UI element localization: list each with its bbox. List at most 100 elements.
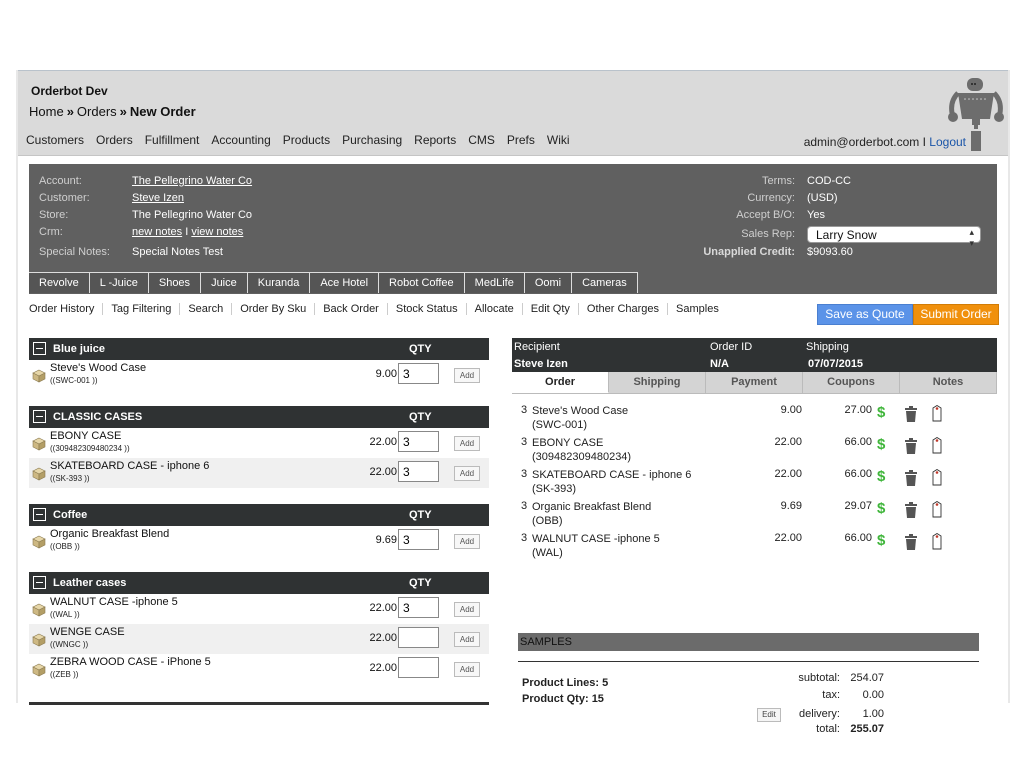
category-tab[interactable]: Shoes: [148, 272, 202, 293]
line-total: 29.07: [844, 500, 872, 512]
nav-products[interactable]: Products: [283, 133, 330, 147]
nav-cms[interactable]: CMS: [468, 133, 495, 147]
dollar-icon[interactable]: $: [877, 436, 885, 453]
order-line: 3 Steve's Wood Case (SWC-001) 9.00 27.00 $: [512, 404, 997, 436]
toolbar-back-order[interactable]: Back Order: [314, 303, 387, 315]
toolbar-edit-qty[interactable]: Edit Qty: [521, 303, 578, 315]
nav-reports[interactable]: Reports: [414, 133, 456, 147]
user-separator: I: [919, 135, 930, 149]
line-sku: (OBB): [532, 515, 563, 527]
nav-wiki[interactable]: Wiki: [547, 133, 570, 147]
breadcrumb-home[interactable]: Home: [29, 104, 64, 119]
save-as-quote-button[interactable]: Save as Quote: [817, 304, 913, 325]
add-button[interactable]: Add: [454, 632, 480, 647]
toolbar-order-history[interactable]: Order History: [29, 303, 102, 315]
add-button[interactable]: Add: [454, 436, 480, 451]
line-name: WALNUT CASE -iphone 5: [532, 533, 660, 545]
product-group-header: Leather cases QTY: [29, 572, 489, 594]
nav-orders[interactable]: Orders: [96, 133, 133, 147]
product-group-header: Coffee QTY: [29, 504, 489, 526]
category-tab[interactable]: Juice: [201, 272, 248, 293]
order-id-label: Order ID: [710, 341, 753, 353]
tab-shipping[interactable]: Shipping: [609, 372, 706, 393]
category-tab[interactable]: Kuranda: [247, 272, 311, 293]
breadcrumb-orders[interactable]: Orders: [77, 104, 117, 119]
nav-fulfillment[interactable]: Fulfillment: [145, 133, 200, 147]
qty-header: QTY: [409, 343, 432, 355]
category-tab[interactable]: Oomi: [524, 272, 573, 293]
qty-input[interactable]: [398, 363, 439, 384]
customer-link[interactable]: Steve Izen: [132, 192, 184, 204]
category-tab[interactable]: L -Juice: [89, 272, 149, 293]
tab-coupons[interactable]: Coupons: [803, 372, 900, 393]
dollar-icon[interactable]: $: [877, 404, 885, 421]
toolbar-allocate[interactable]: Allocate: [465, 303, 522, 315]
collapse-icon[interactable]: [33, 342, 46, 355]
qty-input[interactable]: [398, 529, 439, 550]
collapse-icon[interactable]: [33, 410, 46, 423]
category-tab[interactable]: Ace Hotel: [310, 272, 380, 293]
nav-prefs[interactable]: Prefs: [507, 133, 535, 147]
qty-input[interactable]: [398, 461, 439, 482]
recipient-label: Recipient: [514, 341, 560, 353]
category-tab[interactable]: MedLife: [464, 272, 525, 293]
category-tab[interactable]: Robot Coffee: [379, 272, 465, 293]
toolbar-samples[interactable]: Samples: [667, 303, 727, 315]
category-tab[interactable]: Cameras: [572, 272, 638, 293]
tab-order[interactable]: Order: [512, 372, 609, 393]
trash-icon[interactable]: [904, 470, 918, 486]
tag-icon[interactable]: [930, 469, 944, 486]
add-button[interactable]: Add: [454, 662, 480, 677]
breadcrumb: Home» Orders» New Order: [29, 104, 196, 119]
dollar-icon[interactable]: $: [877, 500, 885, 517]
trash-icon[interactable]: [904, 438, 918, 454]
tab-notes[interactable]: Notes: [900, 372, 997, 393]
edit-delivery-button[interactable]: Edit: [757, 708, 781, 722]
nav-accounting[interactable]: Accounting: [211, 133, 270, 147]
category-tab[interactable]: Revolve: [29, 272, 90, 293]
add-button[interactable]: Add: [454, 602, 480, 617]
dollar-icon[interactable]: $: [877, 532, 885, 549]
shipping-label: Shipping: [806, 341, 849, 353]
account-link[interactable]: The Pellegrino Water Co: [132, 175, 252, 187]
trash-icon[interactable]: [904, 502, 918, 518]
dollar-icon[interactable]: $: [877, 468, 885, 485]
add-button[interactable]: Add: [454, 368, 480, 383]
line-sku: (SK-393): [532, 483, 577, 495]
collapse-icon[interactable]: [33, 576, 46, 589]
qty-input[interactable]: [398, 627, 439, 648]
qty-input[interactable]: [398, 657, 439, 678]
add-button[interactable]: Add: [454, 466, 480, 481]
line-name: SKATEBOARD CASE - iphone 6: [532, 469, 692, 481]
submit-order-button[interactable]: Submit Order: [913, 304, 999, 325]
product-box-icon: [32, 633, 46, 647]
qty-input[interactable]: [398, 431, 439, 452]
tag-icon[interactable]: [930, 405, 944, 422]
line-sku: (309482309480234): [532, 451, 632, 463]
crm-view-notes-link[interactable]: view notes: [191, 226, 243, 238]
toolbar-tag-filtering[interactable]: Tag Filtering: [102, 303, 179, 315]
breadcrumb-separator: »: [66, 104, 74, 119]
line-unit-price: 22.00: [774, 436, 802, 448]
samples-bar: SAMPLES: [518, 633, 979, 651]
add-button[interactable]: Add: [454, 534, 480, 549]
collapse-icon[interactable]: [33, 508, 46, 521]
toolbar-order-by-sku[interactable]: Order By Sku: [231, 303, 314, 315]
toolbar-stock-status[interactable]: Stock Status: [386, 303, 466, 315]
sales-rep-select[interactable]: Larry Snow ▴ ▾: [807, 226, 981, 248]
nav-customers[interactable]: Customers: [26, 133, 84, 147]
tag-icon[interactable]: [930, 437, 944, 454]
special-notes-value: Special Notes Test: [132, 246, 223, 258]
tag-icon[interactable]: [930, 501, 944, 518]
page: Orderbot Dev Home» Orders» New Order Custo…: [18, 70, 1008, 735]
qty-input[interactable]: [398, 597, 439, 618]
crm-new-notes-link[interactable]: new notes: [132, 226, 182, 238]
trash-icon[interactable]: [904, 534, 918, 550]
nav-purchasing[interactable]: Purchasing: [342, 133, 402, 147]
trash-icon[interactable]: [904, 406, 918, 422]
tab-payment[interactable]: Payment: [706, 372, 803, 393]
toolbar-search[interactable]: Search: [179, 303, 231, 315]
toolbar-other-charges[interactable]: Other Charges: [577, 303, 667, 315]
tag-icon[interactable]: [930, 533, 944, 550]
